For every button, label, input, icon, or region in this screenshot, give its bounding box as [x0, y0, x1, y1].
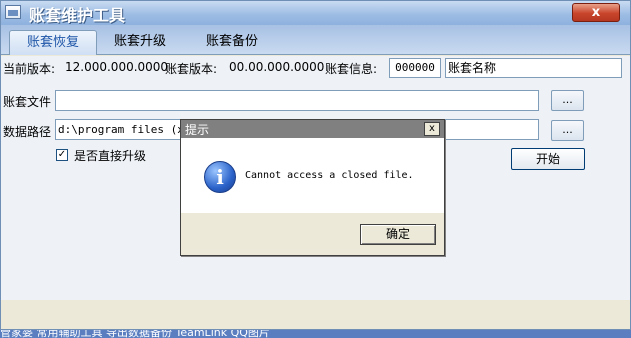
account-name-field[interactable]: 账套名称	[445, 58, 622, 78]
tab-restore[interactable]: 账套恢复	[9, 30, 97, 55]
direct-upgrade-checkbox[interactable]: ✓	[56, 149, 68, 161]
data-path-label: 数据路径	[3, 125, 52, 139]
app-window-icon	[5, 5, 21, 19]
tab-strip: 账套恢复 账套升级 账套备份	[1, 25, 630, 55]
data-path-browse-button[interactable]: ...	[551, 120, 584, 141]
start-button[interactable]: 开始	[511, 148, 585, 170]
window-close-button[interactable]: x	[572, 3, 620, 22]
tab-upgrade[interactable]: 账套升级	[105, 30, 175, 55]
account-file-browse-button[interactable]: ...	[551, 90, 584, 111]
window-title: 账套维护工具	[29, 6, 126, 25]
account-info-label: 账套信息:	[325, 62, 378, 76]
direct-upgrade-label: 是否直接升级	[74, 149, 147, 163]
dialog-ok-button[interactable]: 确定	[360, 224, 436, 245]
account-version-value: 00.00.000.0000	[229, 60, 325, 74]
title-bar[interactable]: 账套维护工具 x	[1, 1, 630, 25]
account-file-input[interactable]	[55, 90, 539, 111]
current-version-label: 当前版本:	[3, 62, 56, 76]
message-dialog: 提示 x i Cannot access a closed file. 确定	[180, 119, 445, 256]
account-file-label: 账套文件	[3, 95, 52, 109]
taskbar-items[interactable]: 管家婆 常用辅助工具 导出数据备份 TeamLink QQ图片	[0, 330, 270, 338]
dialog-message: Cannot access a closed file.	[245, 170, 414, 181]
current-version-value: 12.000.000.0000	[65, 60, 169, 74]
info-icon: i	[204, 161, 236, 193]
taskbar: 管家婆 常用辅助工具 导出数据备份 TeamLink QQ图片	[0, 330, 631, 338]
account-version-label: 账套版本:	[165, 62, 218, 76]
dialog-close-button[interactable]: x	[424, 122, 440, 136]
account-code-field[interactable]: 000000	[389, 58, 441, 78]
tab-backup[interactable]: 账套备份	[187, 30, 277, 55]
dialog-body: i Cannot access a closed file.	[181, 138, 444, 213]
dialog-title-bar[interactable]: 提示 x	[181, 120, 444, 138]
dialog-title: 提示	[185, 123, 210, 137]
